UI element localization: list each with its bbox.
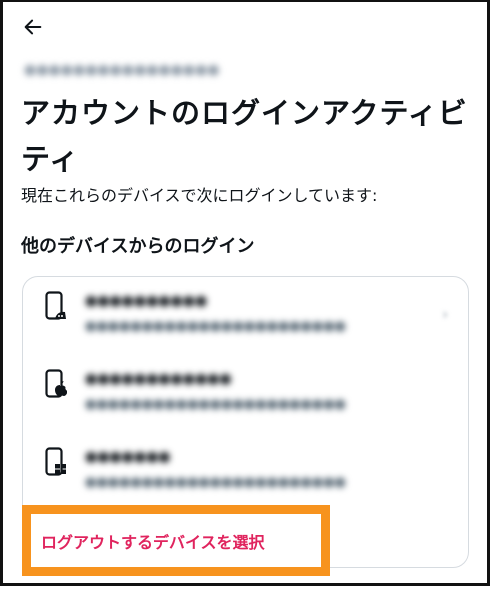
arrow-left-icon [24, 19, 42, 35]
device-name: ●●●●●●●●●●●● [85, 371, 232, 387]
back-button[interactable] [20, 14, 46, 40]
device-name: ●●●●●●● [85, 449, 171, 465]
device-row-windows[interactable]: ●●●●●●● ●●●●●●●●●●●●●●●●●●●●●●● [23, 433, 468, 511]
windows-device-icon [45, 447, 66, 476]
page-title: アカウントのログインアクティビティ [21, 96, 468, 176]
device-meta: ●●●●●●●●●●●●●●●●●●●●●●● [85, 319, 346, 334]
android-phone-icon [45, 291, 66, 320]
device-name: ●●●●●●●●●● [85, 293, 208, 309]
apple-device-icon [45, 369, 67, 398]
device-row-apple[interactable]: ●●●●●●●●●●●● ●●●●●●●●●●●●●●●●●●●●●●● [23, 355, 468, 433]
logout-select-highlight: ログアウトするデバイスを選択 [22, 505, 330, 576]
page-subtitle: 現在これらのデバイスで次にログインしています: [21, 186, 378, 205]
screen-frame-bottom [0, 583, 490, 594]
section-heading: 他のデバイスからのログイン [21, 236, 255, 257]
chevron-right-icon: › [442, 307, 448, 323]
device-meta: ●●●●●●●●●●●●●●●●●●●●●●● [85, 397, 346, 412]
select-devices-to-logout-link[interactable]: ログアウトするデバイスを選択 [41, 529, 265, 553]
device-meta: ●●●●●●●●●●●●●●●●●●●●●●● [85, 475, 346, 490]
account-handle: ●●●●●●●●●●●●●●●● [24, 62, 220, 78]
device-row-android[interactable]: ●●●●●●●●●● ●●●●●●●●●●●●●●●●●●●●●●● › [23, 277, 468, 355]
